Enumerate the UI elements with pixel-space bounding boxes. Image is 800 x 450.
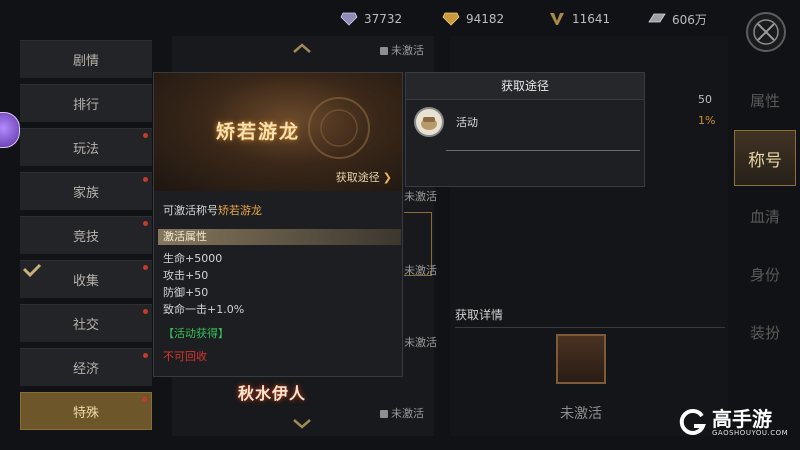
source-text: 【活动获得】 xyxy=(163,327,229,340)
attr-line: 防御+50 xyxy=(163,286,209,299)
watermark-url: GAOSHOUYOU.COM xyxy=(712,429,789,437)
divider xyxy=(446,150,640,151)
currency-purple: 37732 xyxy=(340,8,402,30)
stat-percent: 1% xyxy=(698,114,716,127)
currency-value: 94182 xyxy=(466,12,505,26)
medallion-icon xyxy=(308,97,370,159)
route-panel-title: 获取途径 xyxy=(406,73,644,100)
obtain-route-panel: 获取途径 活动 xyxy=(405,72,645,187)
title-banner: 矫若游龙 获取途径 ❯ xyxy=(154,73,402,191)
purple-diamond-icon xyxy=(340,12,358,26)
currency-silver: 606万 xyxy=(648,8,707,30)
obtain-route-link[interactable]: 获取途径 ❯ xyxy=(336,169,392,185)
notification-dot xyxy=(143,177,148,182)
sidebar-item-story[interactable]: 剧情 xyxy=(20,40,152,78)
detail-header: 获取详情 xyxy=(455,306,725,328)
tab-identity[interactable]: 身份 xyxy=(734,246,796,302)
checkmark-icon xyxy=(22,263,42,277)
scroll-down-icon[interactable] xyxy=(292,418,312,430)
currency-gold: 94182 xyxy=(442,8,504,30)
sidebar-item-label: 玩法 xyxy=(72,142,99,157)
attr-line: 致命一击+1.0% xyxy=(163,303,245,316)
sidebar-item-label: 剧情 xyxy=(72,54,99,69)
notification-dot xyxy=(143,133,148,138)
sidebar-item-special[interactable]: 特殊 xyxy=(20,392,152,430)
sidebar-item-economy[interactable]: 经济 xyxy=(20,348,152,386)
banner-title: 矫若游龙 xyxy=(216,121,301,143)
currency-value: 11641 xyxy=(572,12,611,26)
brand-g-icon xyxy=(679,408,706,435)
sidebar-item-social[interactable]: 社交 xyxy=(20,304,152,342)
sidebar-item-collect[interactable]: 收集 xyxy=(20,260,152,298)
sidebar-item-arena[interactable]: 竞技 xyxy=(20,216,152,254)
sidebar-item-label: 收集 xyxy=(72,274,99,289)
recycle-text: 不可回收 xyxy=(163,350,207,363)
detail-status: 未激活 xyxy=(560,406,602,422)
chevron-right-icon: ❯ xyxy=(382,171,392,184)
sidebar-item-family[interactable]: 家族 xyxy=(20,172,152,210)
lock-icon xyxy=(380,47,388,55)
title-tooltip-card: 矫若游龙 获取途径 ❯ 可激活称号矫若游龙 激活属性 生命+5000 攻击+50 … xyxy=(153,72,403,377)
status-inactive: 未激活 xyxy=(380,405,424,421)
notification-dot xyxy=(143,265,148,270)
tab-outfit[interactable]: 装扮 xyxy=(734,304,796,360)
attr-line: 生命+5000 xyxy=(163,252,223,265)
notification-dot xyxy=(143,309,148,314)
sidebar-item-label: 社交 xyxy=(72,318,99,333)
lock-icon xyxy=(380,410,388,418)
gold-diamond-icon xyxy=(442,12,460,26)
currency-value: 606万 xyxy=(672,12,707,27)
tab-serum[interactable]: 血清 xyxy=(734,188,796,244)
notification-dot xyxy=(143,221,148,226)
event-badge-icon[interactable] xyxy=(0,112,20,148)
sidebar-item-label: 竞技 xyxy=(72,230,99,245)
title-item-icon[interactable] xyxy=(556,334,606,384)
activity-icon[interactable] xyxy=(414,107,444,137)
status-inactive: 未激活 xyxy=(380,42,424,58)
sidebar-item-label: 家族 xyxy=(72,186,99,201)
scroll-up-icon[interactable] xyxy=(292,42,312,54)
sidebar-item-label: 排行 xyxy=(72,98,99,113)
stat-value: 50 xyxy=(698,93,712,106)
tab-titles[interactable]: 称号 xyxy=(734,130,796,186)
activatable-title: 可激活称号矫若游龙 xyxy=(163,204,262,217)
currency-value: 37732 xyxy=(364,12,403,26)
v-emblem-icon xyxy=(550,13,564,25)
watermark-brand: 高手游 xyxy=(712,407,772,431)
status-inactive: 未激活 xyxy=(404,264,437,277)
notification-dot xyxy=(142,397,147,402)
sidebar-item-label: 特殊 xyxy=(72,405,99,421)
status-inactive: 未激活 xyxy=(404,336,437,349)
notification-dot xyxy=(143,353,148,358)
sidebar-item-label: 经济 xyxy=(72,362,99,377)
sidebar-item-ranking[interactable]: 排行 xyxy=(20,84,152,122)
route-item-label[interactable]: 活动 xyxy=(456,114,478,130)
currency-v: 11641 xyxy=(548,8,610,30)
sidebar-item-gameplay[interactable]: 玩法 xyxy=(20,128,152,166)
silver-ingot-icon xyxy=(648,13,666,23)
close-button[interactable] xyxy=(746,12,786,52)
title-name-qiushui[interactable]: 秋水伊人 xyxy=(238,380,306,404)
attr-line: 攻击+50 xyxy=(163,269,209,282)
attr-header: 激活属性 xyxy=(158,229,401,245)
status-inactive: 未激活 xyxy=(404,190,437,203)
tab-attributes[interactable]: 属性 xyxy=(734,72,796,128)
close-icon xyxy=(753,19,779,45)
watermark-logo: 高手游 GAOSHOUYOU.COM xyxy=(678,408,788,438)
